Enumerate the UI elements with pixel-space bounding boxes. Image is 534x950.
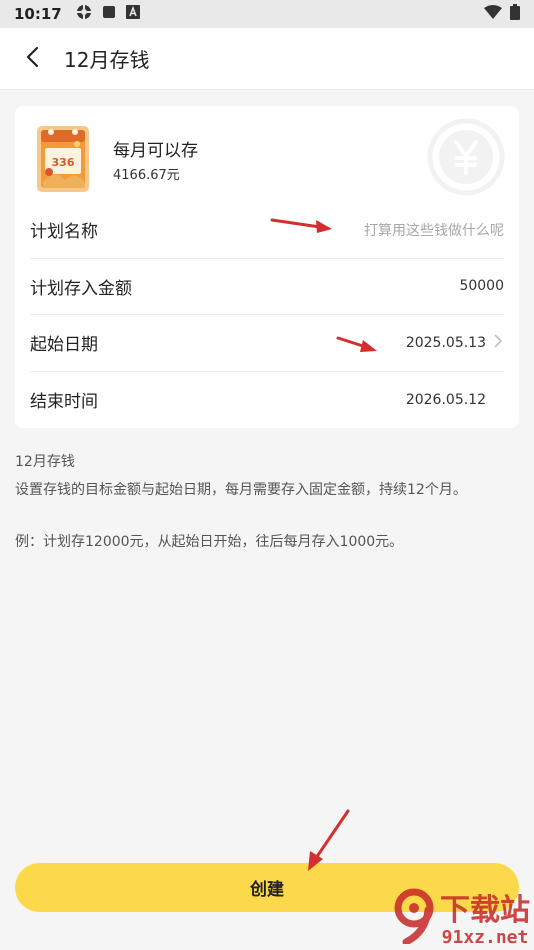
- page-title: 12月存钱: [64, 48, 150, 72]
- settings-icon: [76, 4, 92, 24]
- chevron-right-icon: [494, 333, 504, 352]
- chevron-left-icon: [25, 46, 39, 72]
- square-icon: [102, 5, 116, 23]
- start-date-row[interactable]: 起始日期 2025.05.13: [30, 315, 504, 372]
- watermark-cn: 下载站: [440, 893, 530, 928]
- end-date-row: 结束时间 2026.05.12: [30, 372, 504, 429]
- start-date-value[interactable]: 2025.05.13: [406, 335, 486, 351]
- description-title: 12月存钱: [15, 454, 75, 470]
- status-time: 10:17: [14, 5, 62, 23]
- plan-amount-row[interactable]: 计划存入金额 50000: [30, 259, 504, 315]
- plan-amount-label: 计划存入金额: [30, 278, 132, 299]
- end-date-label: 结束时间: [30, 392, 98, 413]
- wifi-icon: [484, 5, 502, 23]
- plan-description: 12月存钱 设置存钱的目标金额与起始日期，每月需要存入固定金额，持续12个月。 …: [15, 448, 519, 556]
- watermark: 下载站 91xz.net: [392, 888, 530, 948]
- description-text: 设置存钱的目标金额与起始日期，每月需要存入固定金额，持续12个月。: [15, 482, 467, 498]
- monthly-summary: 336 每月可以存 4166.67元: [15, 106, 519, 202]
- calendar-number: 336: [52, 156, 75, 169]
- description-example: 例：计划存12000元，从起始日开始，往后每月存入1000元。: [15, 534, 404, 550]
- plan-name-label: 计划名称: [30, 222, 98, 243]
- back-button[interactable]: [0, 28, 64, 90]
- plan-name-row[interactable]: 计划名称 打算用这些钱做什么呢: [30, 202, 504, 259]
- plan-form-card: 336 每月可以存 4166.67元 计划名称 打算用这些钱做什么呢 计划存入金…: [15, 106, 519, 428]
- watermark-url: 91xz.net: [441, 927, 529, 948]
- calendar-icon: 336: [35, 122, 91, 198]
- monthly-amount: 4166.67元: [113, 168, 180, 183]
- yen-coin-icon: [427, 118, 505, 200]
- plan-amount-input[interactable]: 50000: [459, 278, 504, 294]
- watermark-logo-icon: [392, 888, 436, 948]
- battery-icon: [510, 4, 520, 24]
- plan-name-input[interactable]: 打算用这些钱做什么呢: [364, 220, 504, 240]
- end-date-value: 2026.05.12: [405, 391, 486, 408]
- monthly-label: 每月可以存: [113, 141, 198, 161]
- app-bar: 12月存钱: [0, 28, 534, 90]
- start-date-label: 起始日期: [30, 335, 98, 356]
- status-bar: 10:17: [0, 0, 534, 28]
- text-a-icon: [125, 5, 140, 23]
